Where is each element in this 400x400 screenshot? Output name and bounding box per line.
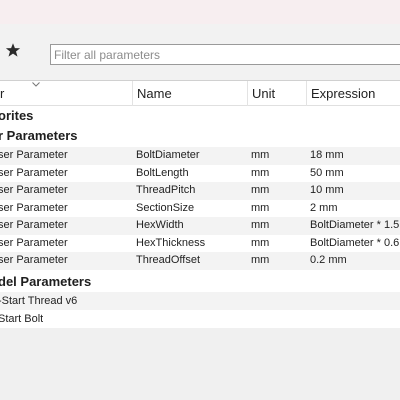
model-label: Start Bolt	[0, 313, 44, 325]
param-name: ThreadPitch	[136, 184, 196, 196]
param-name: HexThickness	[136, 236, 206, 249]
table-row[interactable]: ser Parameter HexThickness mm BoltDiamet…	[0, 235, 400, 253]
column-header-unit[interactable]: Unit	[247, 81, 275, 106]
group-favorites-label: orites	[0, 108, 34, 123]
param-expression[interactable]: 18 mm	[310, 147, 344, 165]
column-header-type[interactable]: r	[0, 81, 4, 106]
param-unit: mm	[251, 184, 270, 196]
sort-caret-icon	[32, 82, 40, 87]
group-favorites[interactable]: orites	[0, 106, 400, 126]
param-type: ser Parameter	[0, 254, 68, 266]
param-expression[interactable]: BoltDiameter * 1.5	[310, 217, 399, 235]
column-header-name[interactable]: Name	[132, 81, 172, 106]
table-row[interactable]: ser Parameter HexWidth mm BoltDiameter *…	[0, 217, 400, 235]
param-unit: mm	[251, 219, 270, 231]
parameters-table: r Name Unit Expression orites r Paramete…	[0, 80, 400, 328]
param-unit: mm	[251, 149, 270, 161]
param-type: ser Parameter	[0, 201, 68, 214]
column-header-name-label: Name	[137, 86, 172, 101]
table-row[interactable]: ser Parameter BoltLength mm 50 mm	[0, 165, 400, 183]
column-header-type-label: r	[0, 86, 5, 101]
param-name: SectionSize	[136, 201, 195, 214]
param-name: HexWidth	[136, 219, 184, 231]
dialog-empty-area	[0, 328, 400, 400]
model-label: -Start Thread v6	[0, 295, 78, 307]
column-header-expression[interactable]: Expression	[306, 81, 375, 106]
param-expression[interactable]: 50 mm	[310, 165, 344, 183]
table-header: r Name Unit Expression	[0, 81, 400, 106]
param-type: ser Parameter	[0, 219, 68, 231]
param-unit: mm	[251, 166, 270, 179]
param-type: ser Parameter	[0, 236, 68, 249]
column-header-unit-label: Unit	[252, 86, 276, 101]
param-expression[interactable]: 0.2 mm	[310, 252, 347, 270]
group-user-parameters-label: r Parameters	[0, 128, 78, 143]
param-unit: mm	[251, 201, 270, 214]
table-row[interactable]: ser Parameter ThreadPitch mm 10 mm	[0, 182, 400, 200]
group-model-parameters[interactable]: del Parameters	[0, 272, 400, 292]
star-icon[interactable]	[5, 42, 21, 58]
param-type: ser Parameter	[0, 149, 68, 161]
param-name: BoltDiameter	[136, 149, 200, 161]
list-item[interactable]: -Start Thread v6	[0, 292, 400, 310]
param-expression[interactable]: BoltDiameter * 0.6	[310, 235, 399, 253]
param-type: ser Parameter	[0, 166, 68, 179]
param-unit: mm	[251, 236, 270, 249]
param-expression[interactable]: 10 mm	[310, 182, 344, 200]
param-name: BoltLength	[136, 166, 189, 179]
param-type: ser Parameter	[0, 184, 68, 196]
param-expression[interactable]: 2 mm	[310, 200, 338, 218]
window-top-strip	[0, 0, 400, 24]
group-model-parameters-label: del Parameters	[0, 274, 92, 289]
table-row[interactable]: ser Parameter ThreadOffset mm 0.2 mm	[0, 252, 400, 270]
param-unit: mm	[251, 254, 270, 266]
table-row[interactable]: ser Parameter BoltDiameter mm 18 mm	[0, 147, 400, 165]
table-row[interactable]: ser Parameter SectionSize mm 2 mm	[0, 200, 400, 218]
group-user-parameters[interactable]: r Parameters	[0, 126, 400, 146]
filter-parameters-input[interactable]	[50, 44, 400, 65]
column-header-expression-label: Expression	[311, 86, 376, 101]
list-item[interactable]: Start Bolt	[0, 310, 400, 328]
param-name: ThreadOffset	[136, 254, 200, 266]
